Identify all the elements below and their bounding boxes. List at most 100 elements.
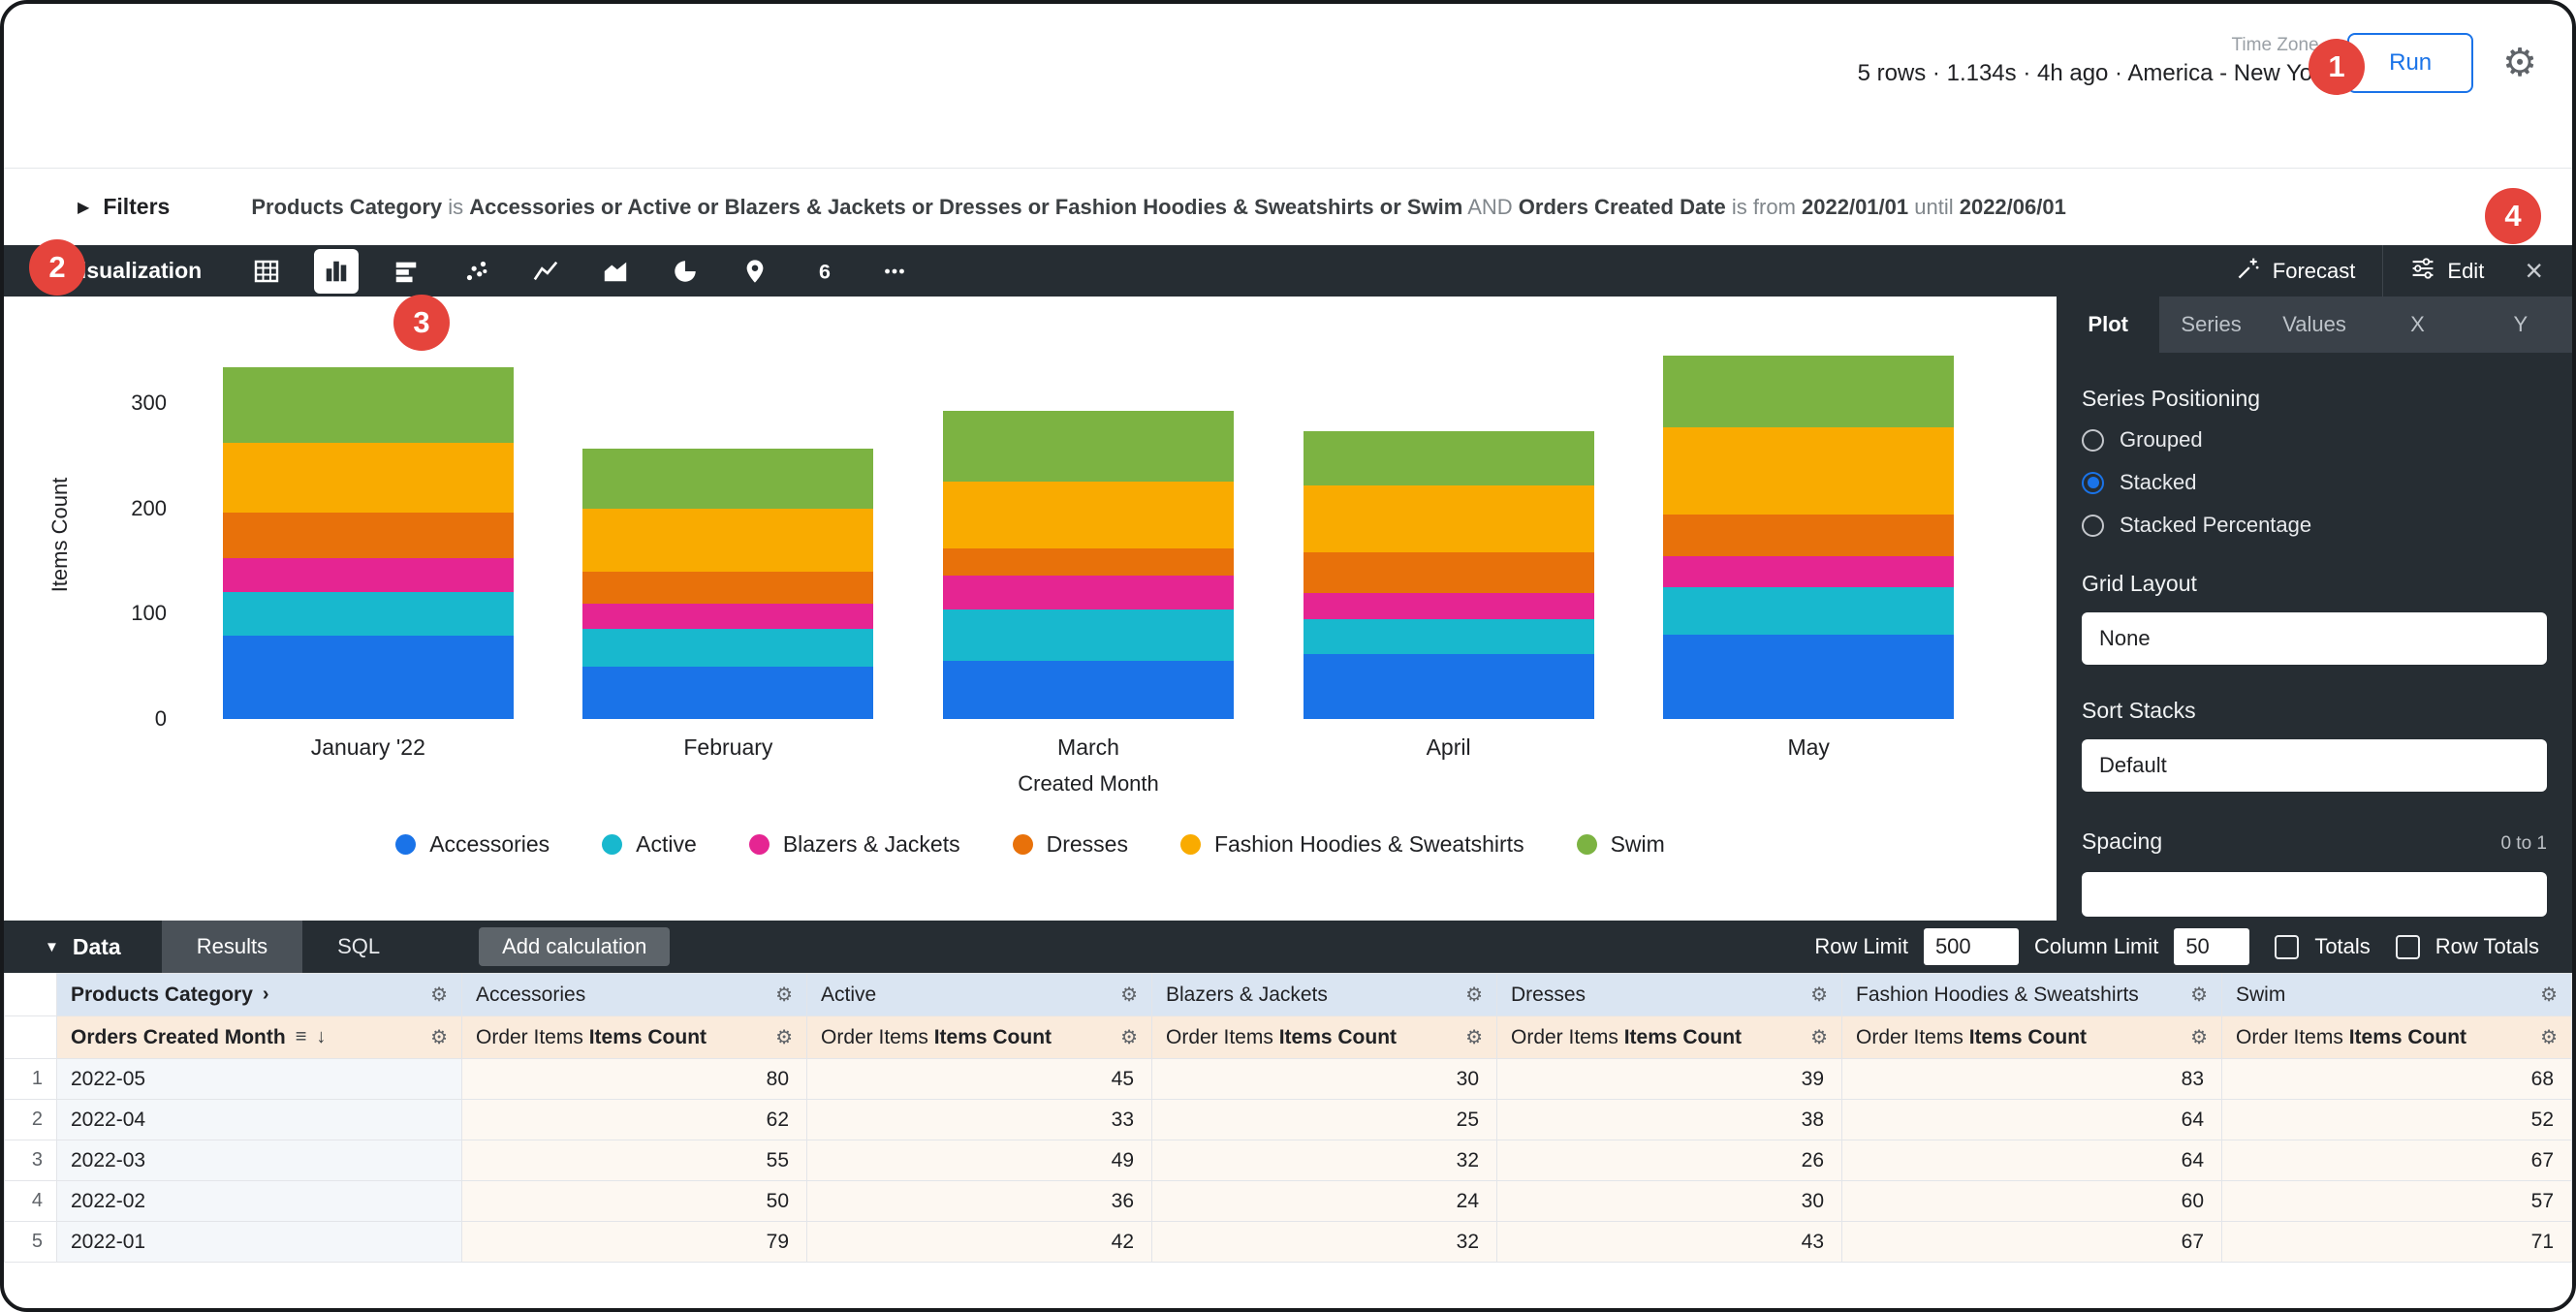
bar-segment[interactable] — [223, 513, 514, 558]
bar-segment[interactable] — [1304, 619, 1594, 654]
viz-type-scatter-icon[interactable] — [454, 249, 498, 294]
bar-segment[interactable] — [1663, 556, 1954, 588]
viz-type-line-icon[interactable] — [523, 249, 568, 294]
measure-cell[interactable]: 32 — [1152, 1140, 1497, 1181]
measure-cell[interactable]: 62 — [462, 1100, 807, 1140]
gear-icon[interactable]: ⚙ — [775, 1025, 793, 1049]
viz-type-table-icon[interactable] — [244, 249, 289, 294]
bar-segment[interactable] — [943, 661, 1234, 719]
bar-segment[interactable] — [943, 482, 1234, 548]
measure-subheader-label[interactable]: Order Items Items Count — [821, 1026, 1052, 1049]
gear-icon[interactable]: ⚙ — [1810, 1025, 1828, 1049]
row-limit-input[interactable] — [1924, 928, 2019, 965]
radio-option[interactable]: Stacked Percentage — [2082, 513, 2547, 538]
bar-segment[interactable] — [1663, 635, 1954, 719]
measure-column-header[interactable]: Fashion Hoodies & Sweatshirts ⚙ — [1842, 974, 2222, 1016]
edit-panel-tab-values[interactable]: Values — [2263, 297, 2366, 353]
data-tab-results[interactable]: Results — [162, 921, 302, 973]
gear-icon[interactable]: ⚙ — [1465, 983, 1483, 1007]
add-calculation-button[interactable]: Add calculation — [479, 927, 670, 966]
measure-header-label[interactable]: Fashion Hoodies & Sweatshirts — [1856, 984, 2139, 1007]
more-viz-types-icon[interactable] — [872, 249, 917, 294]
close-icon[interactable]: × — [2511, 245, 2549, 297]
dimension-column-header[interactable]: Products Category › ⚙ — [57, 974, 462, 1016]
gear-icon[interactable]: ⚙ — [2190, 983, 2208, 1007]
bar-segment[interactable] — [582, 604, 873, 629]
bar-segment[interactable] — [223, 558, 514, 592]
measure-cell[interactable]: 25 — [1152, 1100, 1497, 1140]
dimension-header-label[interactable]: Products Category — [71, 984, 253, 1007]
measure-cell[interactable]: 67 — [2222, 1140, 2572, 1181]
data-tab-sql[interactable]: SQL — [302, 921, 415, 973]
measure-cell[interactable]: 50 — [462, 1181, 807, 1222]
edit-panel-tab-series[interactable]: Series — [2159, 297, 2262, 353]
measure-cell[interactable]: 38 — [1497, 1100, 1842, 1140]
measure-cell[interactable]: 68 — [2222, 1059, 2572, 1100]
forecast-button[interactable]: Forecast — [2209, 245, 2383, 297]
bar-segment[interactable] — [582, 572, 873, 604]
measure-cell[interactable]: 49 — [807, 1140, 1152, 1181]
measure-cell[interactable]: 39 — [1497, 1059, 1842, 1100]
bar-segment[interactable] — [582, 667, 873, 719]
measure-cell[interactable]: 71 — [2222, 1222, 2572, 1263]
bar-segment[interactable] — [943, 411, 1234, 482]
totals-checkbox[interactable] — [2275, 935, 2299, 959]
viz-type-pie-icon[interactable] — [663, 249, 707, 294]
measure-cell[interactable]: 30 — [1497, 1181, 1842, 1222]
edit-button[interactable]: Edit — [2382, 245, 2511, 297]
measure-subheader-cell[interactable]: Order Items Items Count⚙ — [1152, 1016, 1497, 1059]
bar-segment[interactable] — [1304, 654, 1594, 719]
bar-segment[interactable] — [1304, 485, 1594, 552]
bar-segment[interactable] — [223, 592, 514, 637]
viz-type-column-icon[interactable] — [314, 249, 359, 294]
bar-segment[interactable] — [1304, 593, 1594, 619]
edit-panel-tab-y[interactable]: Y — [2469, 297, 2572, 353]
measure-cell[interactable]: 45 — [807, 1059, 1152, 1100]
dimension-cell[interactable]: 2022-03 — [57, 1140, 462, 1181]
grid-layout-select[interactable]: None — [2082, 612, 2547, 665]
measure-header-label[interactable]: Active — [821, 984, 876, 1007]
data-collapse-icon[interactable]: ▼ — [45, 939, 59, 955]
measure-cell[interactable]: 80 — [462, 1059, 807, 1100]
measure-cell[interactable]: 57 — [2222, 1181, 2572, 1222]
measure-column-header[interactable]: Blazers & Jackets⚙ — [1152, 974, 1497, 1016]
measure-cell[interactable]: 33 — [807, 1100, 1152, 1140]
filters-expand-icon[interactable]: ▶ — [78, 198, 89, 217]
measure-cell[interactable]: 79 — [462, 1222, 807, 1263]
drill-chevron-icon[interactable]: › — [263, 984, 269, 1006]
measure-header-label[interactable]: Swim — [2236, 984, 2285, 1007]
bar-segment[interactable] — [582, 629, 873, 667]
bar-segment[interactable] — [223, 443, 514, 514]
bar-segment[interactable] — [1663, 587, 1954, 635]
sort-descending-icon[interactable]: ↓ — [316, 1026, 326, 1048]
measure-cell[interactable]: 42 — [807, 1222, 1152, 1263]
legend-item[interactable]: Blazers & Jackets — [749, 831, 960, 858]
measure-subheader-cell[interactable]: Order Items Items Count⚙ — [462, 1016, 807, 1059]
measure-cell[interactable]: 55 — [462, 1140, 807, 1181]
viz-type-bar-icon[interactable] — [384, 249, 428, 294]
gear-icon[interactable]: ⚙ — [1120, 1025, 1138, 1049]
data-label[interactable]: Data — [73, 934, 121, 960]
bar-segment[interactable] — [223, 367, 514, 442]
measure-cell[interactable]: 64 — [1842, 1100, 2222, 1140]
gear-icon[interactable]: ⚙ — [430, 1025, 448, 1049]
bar-segment[interactable] — [1304, 552, 1594, 592]
measure-cell[interactable]: 64 — [1842, 1140, 2222, 1181]
measure-subheader-cell[interactable]: Order Items Items Count ⚙ — [807, 1016, 1152, 1059]
measure-subheader-label[interactable]: Order Items Items Count — [1856, 1026, 2087, 1049]
gear-icon[interactable]: ⚙ — [2540, 983, 2558, 1007]
gear-icon[interactable]: ⚙ — [2540, 1025, 2558, 1049]
bar-segment[interactable] — [1304, 431, 1594, 485]
measure-column-header[interactable]: Swim ⚙ — [2222, 974, 2572, 1016]
legend-item[interactable]: Dresses — [1013, 831, 1128, 858]
dimension-subheader-label[interactable]: Orders Created Month — [71, 1026, 286, 1049]
viz-type-map-icon[interactable] — [733, 249, 777, 294]
measure-subheader-label[interactable]: Order Items Items Count — [1166, 1026, 1397, 1049]
measure-column-header[interactable]: Accessories⚙ — [462, 974, 807, 1016]
gear-icon[interactable]: ⚙ — [1120, 983, 1138, 1007]
measure-cell[interactable]: 24 — [1152, 1181, 1497, 1222]
bar-segment[interactable] — [223, 636, 514, 719]
measure-cell[interactable]: 83 — [1842, 1059, 2222, 1100]
gear-icon[interactable]: ⚙ — [1810, 983, 1828, 1007]
measure-subheader-label[interactable]: Order Items Items Count — [2236, 1026, 2466, 1049]
